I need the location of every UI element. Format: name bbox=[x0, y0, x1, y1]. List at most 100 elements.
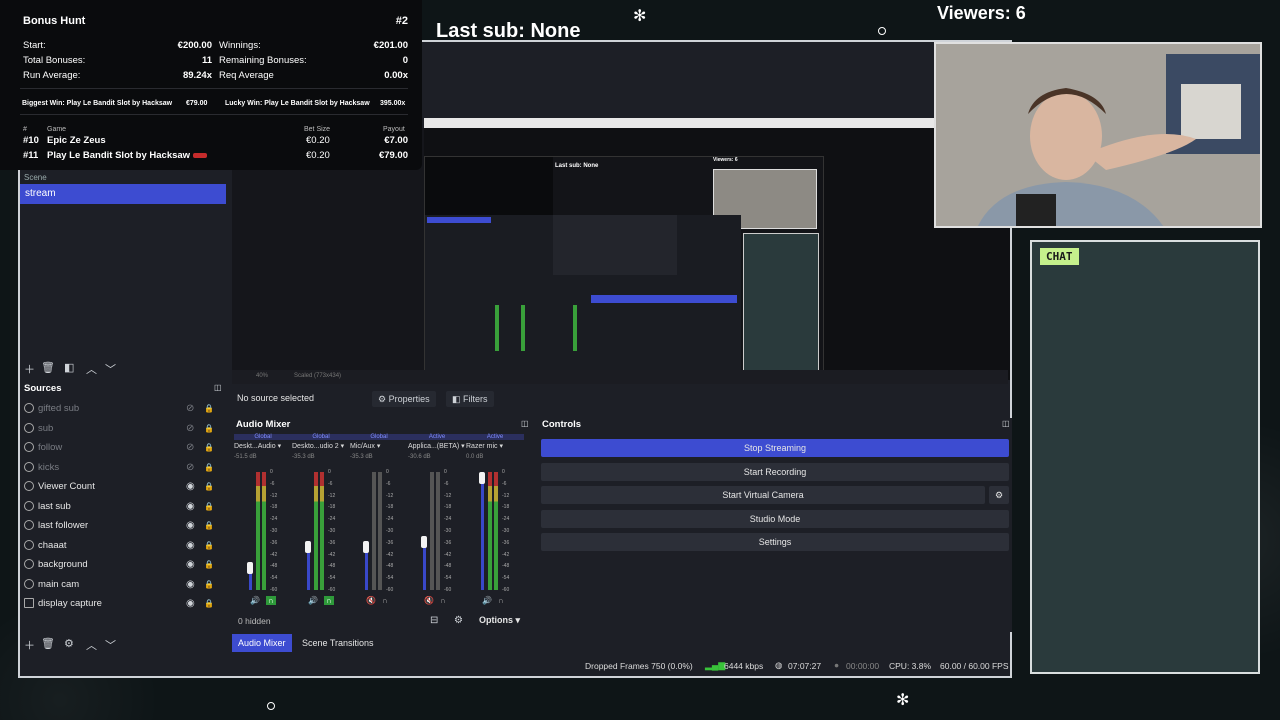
speaker-icon[interactable]: 🔊 bbox=[308, 596, 318, 605]
undock-icon[interactable]: ◫ bbox=[521, 419, 529, 428]
source-item[interactable]: kicks ⊘ 🔒 bbox=[24, 459, 220, 477]
browser-source-icon bbox=[24, 539, 34, 550]
trash-icon[interactable]: 🗑 bbox=[41, 361, 55, 374]
lock-icon[interactable]: 🔒 bbox=[204, 459, 214, 477]
eye-icon[interactable]: ◉ bbox=[186, 537, 195, 555]
eye-hidden-icon[interactable]: ⊘ bbox=[186, 420, 194, 438]
move-down-icon[interactable]: ﹀ bbox=[105, 637, 116, 653]
volume-fader-handle[interactable] bbox=[363, 540, 369, 553]
hidden-count: 0 hidden bbox=[238, 616, 271, 626]
record-icon: ● bbox=[834, 660, 840, 670]
source-item[interactable]: last follower ◉ 🔒 bbox=[24, 517, 220, 535]
headphones-monitor-icon[interactable]: ∩ bbox=[382, 596, 388, 605]
meter-scale-label: -6 bbox=[386, 480, 391, 487]
record-time: 00:00:00 bbox=[846, 661, 880, 671]
source-item[interactable]: chaaat ◉ 🔒 bbox=[24, 537, 220, 555]
speaker-icon[interactable]: 🔊 bbox=[250, 596, 260, 605]
undock-icon[interactable]: ◫ bbox=[214, 383, 222, 392]
add-source-button[interactable]: ＋ bbox=[24, 637, 35, 653]
source-item[interactable]: Viewer Count ◉ 🔒 bbox=[24, 478, 220, 496]
lock-icon[interactable]: 🔒 bbox=[204, 537, 214, 555]
speaker-icon[interactable]: 🔊 bbox=[482, 596, 492, 605]
source-item[interactable]: background ◉ 🔒 bbox=[24, 556, 220, 574]
eye-hidden-icon[interactable]: ⊘ bbox=[186, 400, 194, 418]
options-button[interactable]: Options ▾ bbox=[479, 615, 520, 626]
lock-icon[interactable]: 🔒 bbox=[204, 420, 214, 438]
volume-fader-handle[interactable] bbox=[479, 472, 485, 484]
studio-mode-button[interactable]: Studio Mode bbox=[541, 510, 1009, 528]
virtual-camera-settings-button[interactable]: ⚙ bbox=[989, 486, 1009, 504]
gear-icon: ⚙ bbox=[994, 490, 1004, 500]
eye-icon[interactable]: ◉ bbox=[186, 576, 195, 594]
source-item[interactable]: sub ⊘ 🔒 bbox=[24, 420, 220, 438]
source-item[interactable]: main cam ◉ 🔒 bbox=[24, 576, 220, 594]
channel-name-dropdown[interactable]: Deskto...udio 2 ▾ bbox=[292, 442, 350, 450]
eye-icon[interactable]: ◉ bbox=[186, 517, 195, 535]
advanced-audio-icon[interactable]: ⚙ bbox=[454, 615, 463, 626]
mixer-layout-icon[interactable]: ⊟ bbox=[430, 615, 438, 626]
move-up-icon[interactable]: ︿ bbox=[86, 637, 97, 653]
source-item[interactable]: last sub ◉ 🔒 bbox=[24, 498, 220, 516]
source-item[interactable]: follow ⊘ 🔒 bbox=[24, 439, 220, 457]
muted-speaker-icon[interactable]: 🔇 bbox=[366, 596, 376, 605]
add-scene-button[interactable]: ＋ bbox=[24, 361, 35, 377]
trash-icon[interactable]: 🗑 bbox=[41, 637, 55, 650]
lock-icon[interactable]: 🔒 bbox=[204, 400, 214, 418]
dropped-frames: Dropped Frames 750 (0.0%) bbox=[585, 661, 693, 671]
volume-fader-handle[interactable] bbox=[305, 540, 311, 553]
scene-filter-icon[interactable]: ◧ bbox=[64, 361, 74, 374]
muted-speaker-icon[interactable]: 🔇 bbox=[424, 596, 434, 605]
start-virtual-camera-button[interactable]: Start Virtual Camera bbox=[541, 486, 985, 504]
scene-item-stream[interactable]: stream bbox=[20, 184, 226, 204]
eye-icon[interactable]: ◉ bbox=[186, 556, 195, 574]
lock-icon[interactable]: 🔒 bbox=[204, 576, 214, 594]
move-down-icon[interactable]: ﹀ bbox=[105, 361, 116, 377]
hunt-row-payout: €79.00 bbox=[378, 150, 408, 161]
col-game: Game bbox=[47, 126, 67, 133]
lock-icon[interactable]: 🔒 bbox=[204, 595, 214, 613]
meter-scale-label: -18 bbox=[386, 504, 394, 511]
winnings-value: €201.00 bbox=[373, 40, 408, 51]
lock-icon[interactable]: 🔒 bbox=[204, 517, 214, 535]
start-recording-button[interactable]: Start Recording bbox=[541, 463, 1009, 481]
channel-name-dropdown[interactable]: Mic/Aux ▾ bbox=[350, 442, 408, 450]
scaled-resolution[interactable]: Scaled (773x434) bbox=[294, 373, 341, 379]
zoom-level[interactable]: 40% bbox=[256, 373, 268, 379]
channel-name-dropdown[interactable]: Razer mic ▾ bbox=[466, 442, 524, 450]
col-bet-size: Bet Size bbox=[304, 126, 331, 133]
hunt-row-payout: €7.00 bbox=[384, 135, 408, 146]
lock-icon[interactable]: 🔒 bbox=[204, 439, 214, 457]
eye-icon[interactable]: ◉ bbox=[186, 498, 195, 516]
eye-hidden-icon[interactable]: ⊘ bbox=[186, 459, 194, 477]
gear-icon[interactable]: ⚙ bbox=[64, 637, 74, 650]
headphones-monitor-icon[interactable]: ∩ bbox=[440, 596, 446, 605]
lock-icon[interactable]: 🔒 bbox=[204, 498, 214, 516]
eye-hidden-icon[interactable]: ⊘ bbox=[186, 439, 194, 457]
channel-db: -35.3 dB bbox=[350, 454, 373, 460]
channel-name-dropdown[interactable]: Deskt...Audio ▾ bbox=[234, 442, 292, 450]
volume-fader-track[interactable] bbox=[481, 472, 484, 590]
headphones-monitor-icon[interactable]: ∩ bbox=[498, 596, 504, 605]
volume-fader-handle[interactable] bbox=[247, 562, 253, 575]
tab-audio-mixer[interactable]: Audio Mixer bbox=[232, 634, 292, 652]
nested-chat bbox=[743, 233, 819, 371]
volume-fader-handle[interactable] bbox=[421, 535, 427, 548]
filters-button[interactable]: ◧ Filters bbox=[446, 391, 494, 407]
properties-button[interactable]: ⚙ Properties bbox=[372, 391, 436, 407]
headphones-monitor-icon[interactable]: ∩ bbox=[324, 596, 334, 605]
undock-icon[interactable]: ◫ bbox=[1002, 419, 1010, 428]
headphones-monitor-icon[interactable]: ∩ bbox=[266, 596, 276, 605]
meter-scale-label: -42 bbox=[270, 551, 278, 558]
channel-name-dropdown[interactable]: Applica...(BETA) ▾ bbox=[408, 442, 466, 450]
stop-streaming-button[interactable]: Stop Streaming bbox=[541, 439, 1009, 457]
lock-icon[interactable]: 🔒 bbox=[204, 556, 214, 574]
source-item[interactable]: gifted sub ⊘ 🔒 bbox=[24, 400, 220, 418]
eye-icon[interactable]: ◉ bbox=[186, 595, 195, 613]
lock-icon[interactable]: 🔒 bbox=[204, 478, 214, 496]
settings-button[interactable]: Settings bbox=[541, 533, 1009, 551]
source-item[interactable]: display capture ◉ 🔒 bbox=[24, 595, 220, 613]
tab-scene-transitions[interactable]: Scene Transitions bbox=[296, 634, 380, 652]
eye-icon[interactable]: ◉ bbox=[186, 478, 195, 496]
move-up-icon[interactable]: ︿ bbox=[86, 361, 97, 377]
hunt-row-num: #11 bbox=[23, 150, 39, 161]
